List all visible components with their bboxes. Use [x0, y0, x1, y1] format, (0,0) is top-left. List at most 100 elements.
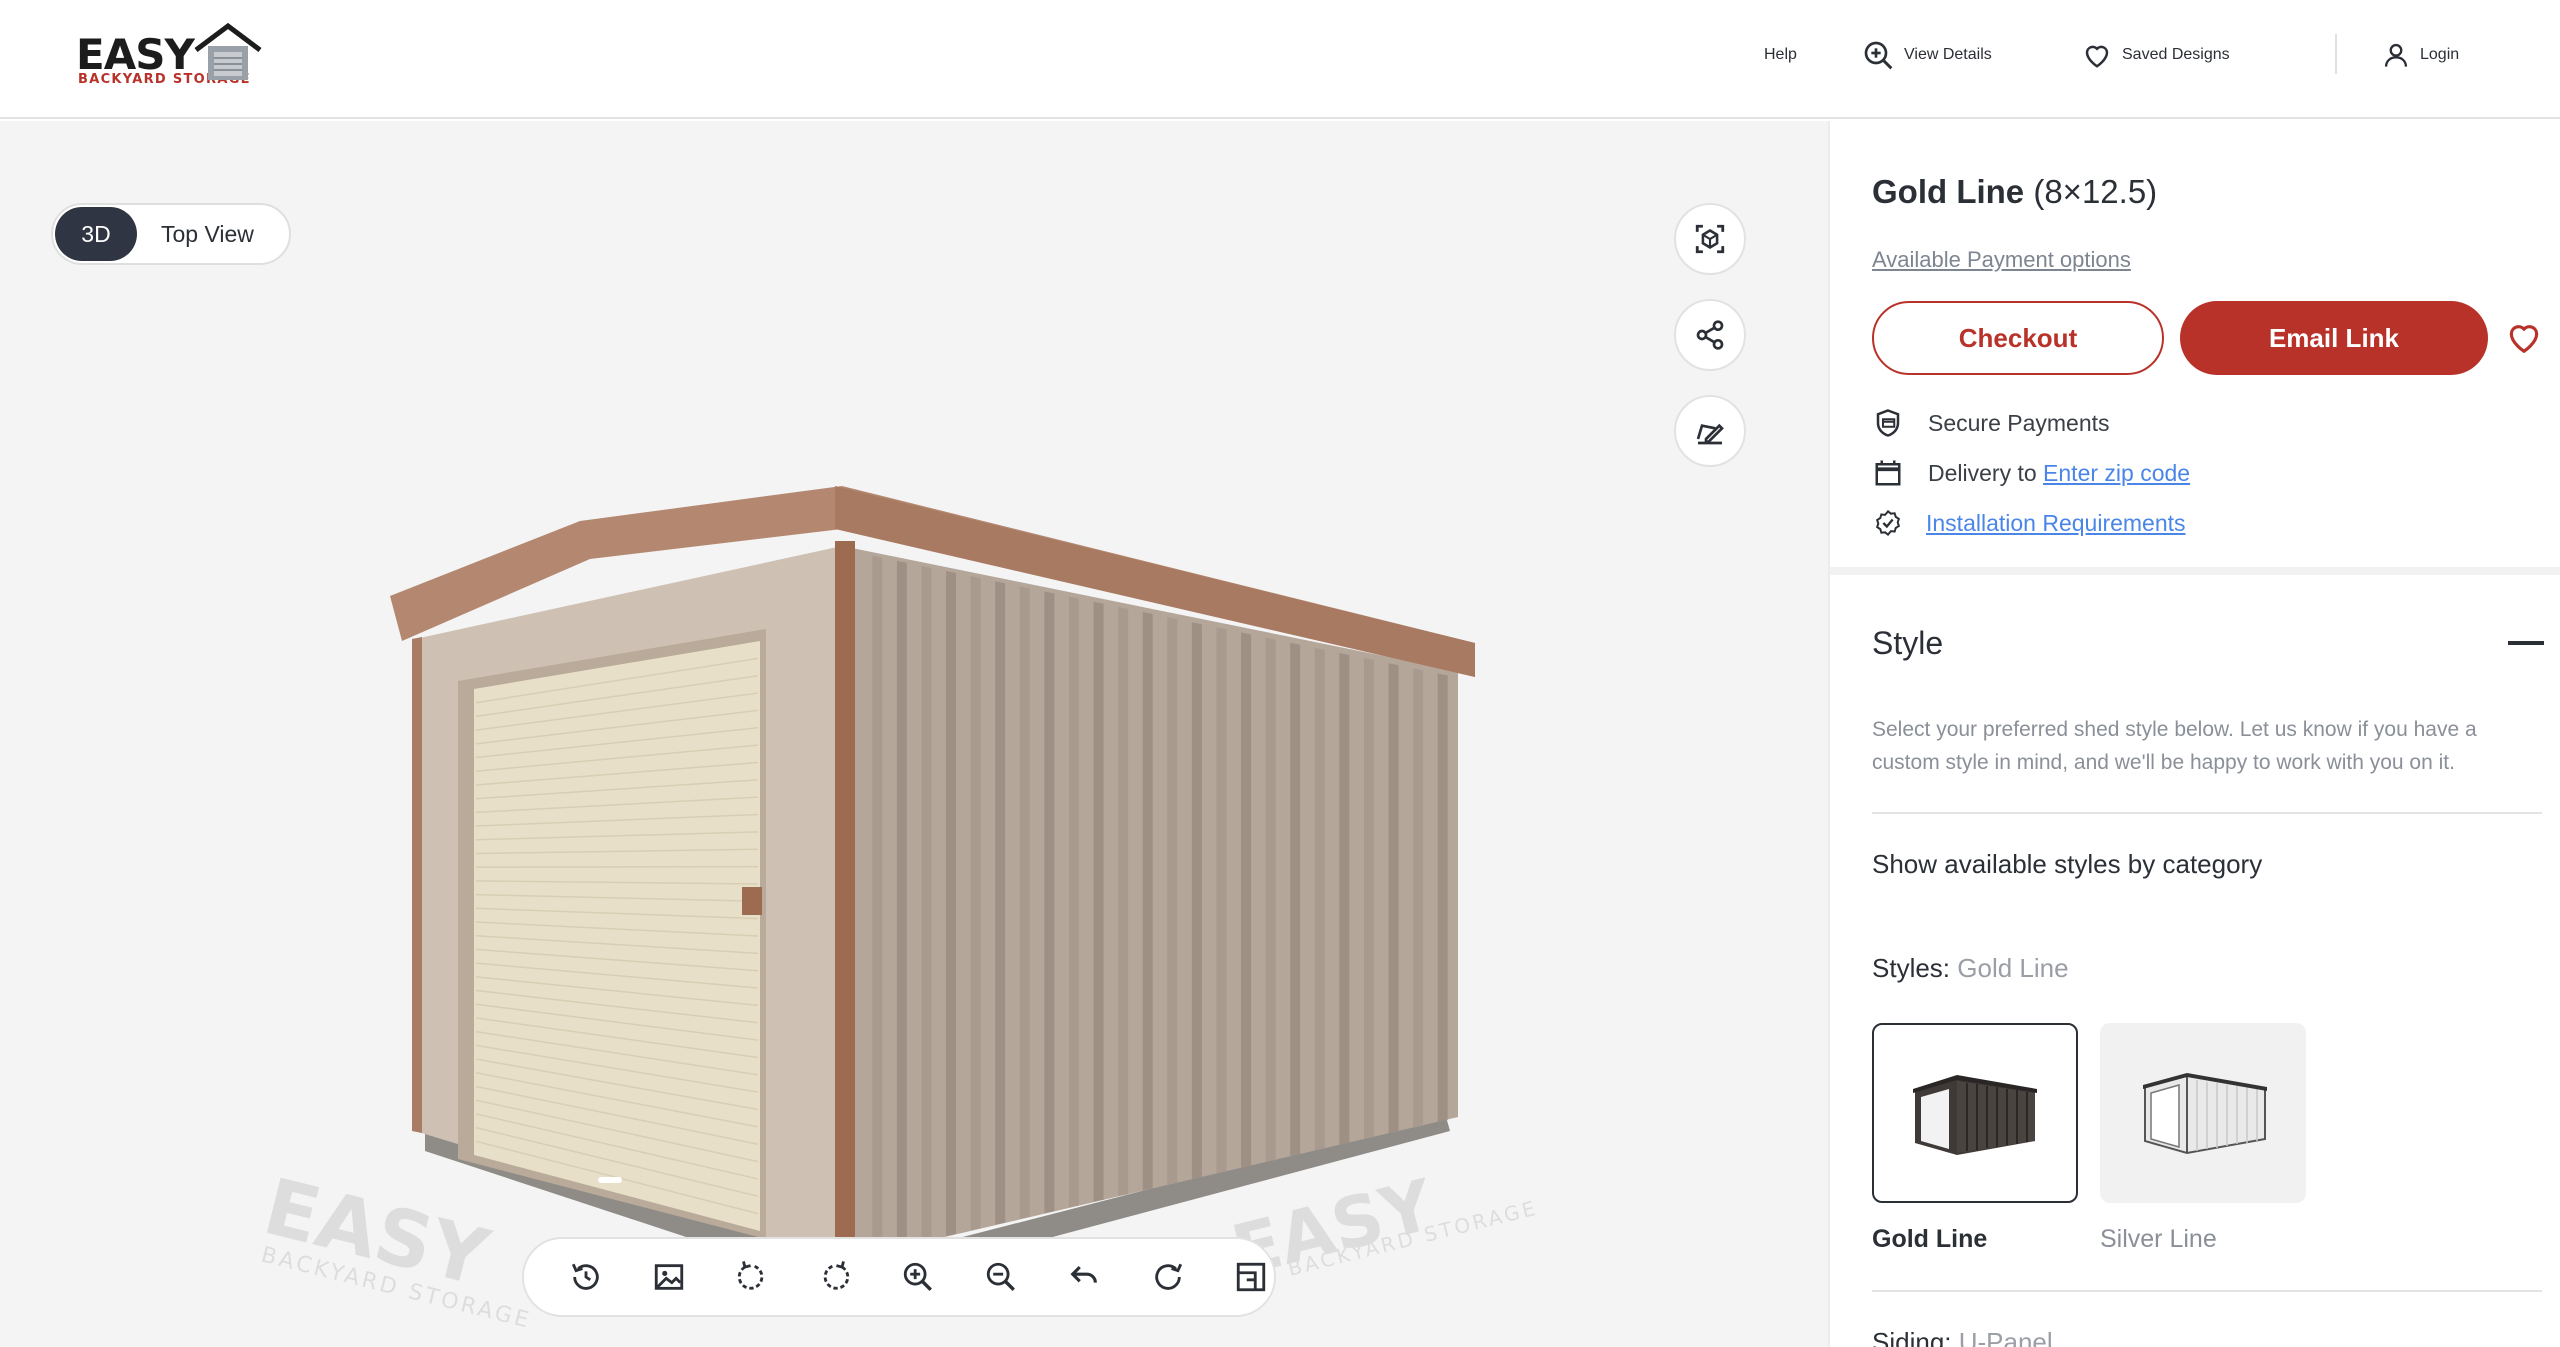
3d-viewer[interactable]: 3D Top View EASY BACKYARD STORAGE EASY B…: [0, 121, 1828, 1347]
checkout-button[interactable]: Checkout: [1872, 301, 2164, 375]
zoom-in-icon[interactable]: [898, 1257, 938, 1297]
undo-icon[interactable]: [1064, 1257, 1104, 1297]
side-wall-rib: [1241, 632, 1252, 1168]
door-handle: [598, 1177, 622, 1183]
door-lock: [742, 887, 762, 915]
shield-card-icon: [1872, 407, 1904, 439]
edit-design-icon: [1696, 423, 1724, 445]
shed-3d-model[interactable]: EASY BACKYARD STORAGE EASY BACKYARD STOR…: [230, 341, 1560, 1341]
siding-label[interactable]: Siding: U-Panel: [1872, 1327, 2053, 1347]
configurator-panel: Gold Line (8×12.5) Available Payment opt…: [1828, 121, 2560, 1347]
installation-requirements-link[interactable]: Installation Requirements: [1926, 510, 2186, 537]
side-wall-rib: [1290, 642, 1301, 1157]
style-option-silver-line[interactable]: [2100, 1023, 2306, 1203]
share-icon: [1696, 320, 1724, 350]
payment-options-link[interactable]: Available Payment options: [1872, 247, 2131, 273]
siding-selected-value: U-Panel: [1958, 1327, 2053, 1347]
side-wall-rib: [872, 555, 883, 1254]
door-slat: [475, 865, 759, 868]
style-option-gold-label: Gold Line: [1872, 1225, 1988, 1253]
top-header: EASY BACKYARD STORAGE Help View Details …: [0, 0, 2560, 119]
nav-divider: [2335, 34, 2337, 74]
side-wall-rib: [1118, 606, 1129, 1197]
toggle-top-view[interactable]: Top View: [161, 207, 254, 261]
secure-payments-row: Secure Payments: [1872, 407, 2110, 439]
delivery-row: Delivery to Enter zip code: [1872, 457, 2190, 489]
share-button[interactable]: [1674, 299, 1746, 371]
viewer-toolbar: [522, 1237, 1276, 1317]
view-toggle: 3D Top View: [51, 203, 291, 265]
image-icon[interactable]: [649, 1257, 689, 1297]
enter-zip-link[interactable]: Enter zip code: [2043, 460, 2190, 487]
nav-view-details-label: View Details: [1904, 46, 1992, 63]
side-wall-rib: [1314, 647, 1325, 1151]
side-wall-rib: [1019, 586, 1030, 1219]
check-badge-icon: [1872, 507, 1904, 539]
secure-payments-label: Secure Payments: [1928, 409, 2110, 436]
style-option-gold-line[interactable]: [1872, 1023, 2078, 1203]
ar-view-button[interactable]: [1674, 203, 1746, 275]
nav-view-details[interactable]: View Details: [1862, 38, 1992, 72]
delivery-prefix: Delivery to: [1928, 459, 2037, 486]
side-wall-rib: [1363, 658, 1374, 1139]
rotate-right-icon[interactable]: [815, 1257, 855, 1297]
style-section-title[interactable]: Style: [1872, 625, 1943, 662]
side-wall-rib: [921, 565, 932, 1242]
styles-selected-value: Gold Line: [1957, 953, 2069, 983]
side-wall-rib: [1142, 611, 1153, 1191]
nav-login[interactable]: Login: [2382, 38, 2459, 72]
style-option-silver-label: Silver Line: [2100, 1225, 2217, 1253]
side-wall-rib: [1437, 673, 1448, 1122]
front-left-trim: [412, 637, 422, 1133]
gold-line-thumbnail: [1913, 1075, 2037, 1155]
rotate-reset-icon[interactable]: [566, 1257, 606, 1297]
side-wall-rib: [1265, 637, 1276, 1162]
nav-help[interactable]: Help: [1764, 38, 1797, 72]
nav-help-label: Help: [1764, 46, 1797, 63]
nav-saved-designs[interactable]: Saved Designs: [2082, 38, 2230, 72]
product-title: Gold Line (8×12.5): [1872, 173, 2157, 211]
side-wall-rib: [1216, 627, 1227, 1174]
siding-label-text: Siding:: [1872, 1327, 1952, 1347]
silver-line-thumbnail: [2143, 1073, 2267, 1155]
side-wall-rib: [1388, 663, 1399, 1134]
section-divider: [1830, 567, 2560, 575]
installation-row: Installation Requirements: [1872, 507, 2186, 539]
styles-label: Styles: Gold Line: [1872, 953, 2069, 984]
reset-icon[interactable]: [1148, 1257, 1188, 1297]
nav-login-label: Login: [2420, 46, 2460, 63]
heart-icon: [2509, 325, 2539, 354]
watermark-left: EASY BACKYARD STORAGE: [255, 1162, 533, 1334]
calendar-icon: [1872, 457, 1904, 489]
save-design-button[interactable]: [2502, 315, 2546, 359]
side-wall-rib: [946, 570, 957, 1237]
divider: [1872, 1290, 2542, 1292]
side-wall-rib: [1413, 668, 1424, 1128]
user-icon: [2384, 43, 2408, 67]
side-wall-rib: [1068, 596, 1079, 1208]
side-wall-rib: [1093, 601, 1104, 1202]
side-wall-rib: [896, 560, 907, 1248]
logo-house-icon: [194, 22, 262, 80]
side-wall-rib: [995, 581, 1006, 1225]
side-wall-rib: [1191, 622, 1202, 1179]
category-toggle[interactable]: Show available styles by category: [1872, 849, 2262, 880]
edit-design-button[interactable]: [1674, 395, 1746, 467]
divider: [1872, 812, 2542, 814]
layout-icon[interactable]: [1231, 1257, 1271, 1297]
style-description: Select your preferred shed style below. …: [1872, 718, 2477, 774]
email-link-button[interactable]: Email Link: [2180, 301, 2488, 375]
side-wall-rib: [970, 576, 981, 1231]
side-wall-rib: [1167, 617, 1178, 1185]
ar-view-icon: [1695, 224, 1725, 254]
collapse-minus-icon[interactable]: [2508, 641, 2544, 645]
styles-label-text: Styles:: [1872, 953, 1951, 983]
side-wall-rib: [1044, 591, 1055, 1214]
toggle-3d[interactable]: 3D: [55, 207, 137, 261]
rotate-left-icon[interactable]: [732, 1257, 772, 1297]
zoom-out-icon[interactable]: [981, 1257, 1021, 1297]
logo[interactable]: EASY BACKYARD STORAGE: [74, 22, 262, 92]
corner-trim: [835, 541, 855, 1266]
side-wall-rib: [1339, 652, 1350, 1145]
roll-up-door[interactable]: [474, 641, 760, 1231]
